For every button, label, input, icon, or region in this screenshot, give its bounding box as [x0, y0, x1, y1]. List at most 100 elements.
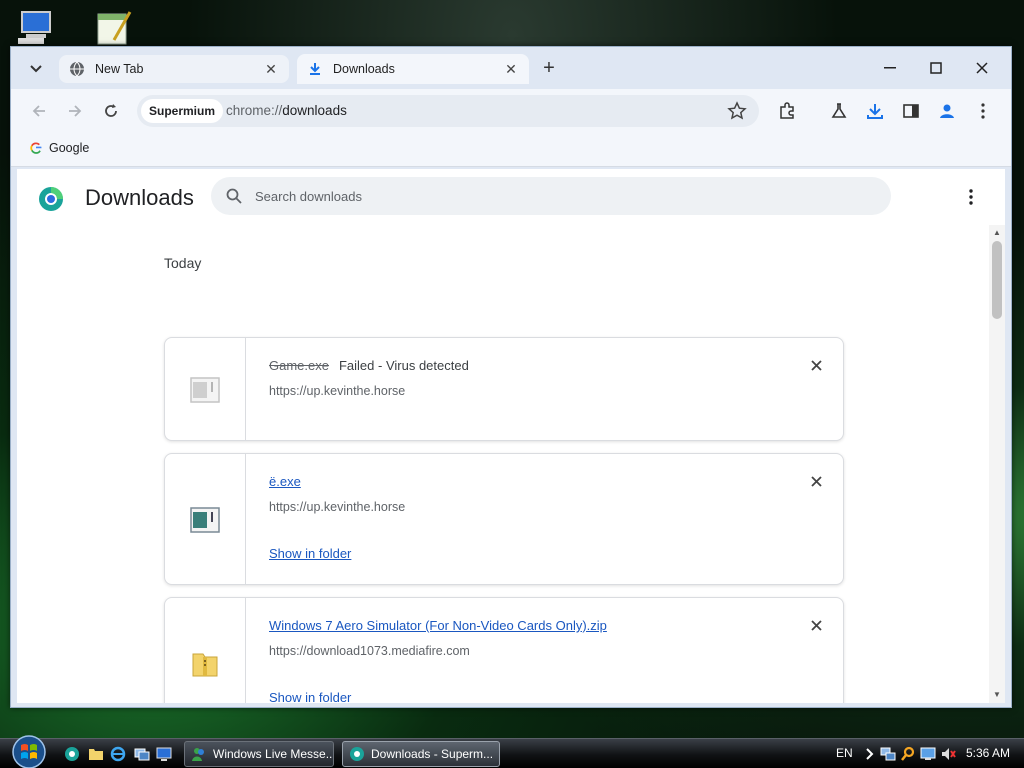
scroll-down-icon[interactable]: ▼ [992, 690, 1002, 700]
taskbar: Windows Live Messe... Downloads - Superm… [0, 735, 1024, 768]
show-in-folder-link[interactable]: Show in folder [269, 690, 351, 703]
downloads-menu-button[interactable] [961, 185, 981, 209]
tab-title: New Tab [95, 62, 144, 76]
messenger-icon [192, 748, 204, 761]
file-icon-column [165, 338, 246, 440]
windows-logo-icon [12, 735, 46, 768]
chevron-down-icon [30, 64, 42, 76]
close-window-button[interactable] [967, 55, 997, 81]
downloads-header: Downloads [17, 169, 1005, 225]
new-tab-button[interactable]: + [537, 57, 561, 81]
arrow-right-icon [69, 105, 82, 117]
browser-chip[interactable]: Supermium [141, 99, 224, 123]
volume-muted-icon[interactable] [940, 746, 956, 762]
tab-strip: New Tab ✕ Downloads ✕ + [11, 47, 1011, 89]
switch-windows-icon[interactable] [134, 746, 150, 762]
search-downloads[interactable] [211, 177, 891, 215]
side-panel-icon [903, 104, 919, 118]
zip-folder-icon [192, 653, 218, 677]
show-in-folder-link[interactable]: Show in folder [269, 546, 351, 561]
download-item: ë.exe https://up.kevinthe.horse Show in … [164, 453, 844, 585]
tab-title: Downloads [333, 62, 395, 76]
remove-download-button[interactable] [807, 356, 825, 374]
executable-file-icon [190, 377, 220, 403]
maximize-icon [930, 62, 942, 74]
taskbar-button-label: Downloads - Superm... [371, 747, 494, 761]
section-label-today: Today [164, 255, 202, 271]
bookmark-star-icon[interactable] [727, 101, 747, 121]
tab-new-tab[interactable]: New Tab ✕ [59, 55, 289, 83]
bookmark-label: Google [49, 141, 90, 155]
language-indicator[interactable]: EN [836, 746, 853, 760]
close-icon [810, 475, 822, 487]
search-tray-icon[interactable] [900, 746, 916, 762]
supermium-quicklaunch-icon[interactable] [64, 746, 80, 762]
bookmark-google[interactable]: Google [29, 141, 89, 155]
close-icon [810, 619, 822, 631]
bookmarks-bar: Google [11, 133, 1011, 167]
internet-explorer-icon[interactable] [110, 746, 126, 762]
scroll-up-icon[interactable]: ▲ [992, 228, 1002, 238]
flask-icon [831, 103, 847, 118]
download-icon [307, 61, 323, 77]
show-desktop-icon[interactable] [156, 746, 172, 762]
folder-quicklaunch-icon[interactable] [88, 746, 104, 762]
forward-button[interactable] [63, 99, 87, 123]
labs-button[interactable] [827, 99, 851, 123]
file-icon-column [165, 598, 246, 703]
download-name-line: ë.exe [269, 474, 301, 489]
remove-download-button[interactable] [807, 616, 825, 634]
address-bar[interactable]: Supermium chrome://downloads [137, 95, 759, 127]
taskbar-button-label: Windows Live Messe... [213, 747, 334, 761]
url-text[interactable]: chrome://downloads [226, 103, 347, 118]
tab-downloads[interactable]: Downloads ✕ [297, 54, 529, 84]
kebab-menu-icon [969, 189, 973, 205]
download-filename-link[interactable]: Windows 7 Aero Simulator (For Non-Video … [269, 618, 607, 633]
download-item: Game.exe Failed - Virus detected https://… [164, 337, 844, 441]
start-button[interactable] [10, 733, 48, 768]
notepad-desktop-icon[interactable] [94, 10, 134, 46]
browser-menu-button[interactable] [971, 99, 995, 123]
supermium-logo-icon [37, 185, 65, 213]
search-input[interactable] [255, 186, 855, 206]
maximize-button[interactable] [921, 55, 951, 81]
download-filename-link[interactable]: ë.exe [269, 474, 301, 489]
close-icon [810, 359, 822, 371]
downloads-button[interactable] [863, 99, 887, 123]
close-tab-icon[interactable]: ✕ [263, 61, 279, 77]
tray-expand-icon[interactable] [862, 746, 878, 762]
search-icon [225, 187, 243, 205]
url-host: downloads [282, 103, 347, 118]
computer-desktop-icon[interactable] [16, 10, 56, 46]
clock[interactable]: 5:36 AM [966, 746, 1010, 760]
taskbar-button-downloads[interactable]: Downloads - Superm... [342, 741, 500, 767]
page-scrollbar[interactable]: ▲ ▼ [989, 225, 1005, 703]
toolbar: Supermium chrome://downloads [11, 89, 1011, 133]
profile-button[interactable] [935, 99, 959, 123]
page-title: Downloads [85, 185, 194, 210]
download-source-url: https://up.kevinthe.horse [269, 384, 406, 398]
tab-search-button[interactable] [25, 59, 47, 81]
network-tray-icon[interactable] [880, 746, 896, 762]
extensions-button[interactable] [775, 99, 799, 123]
remove-download-button[interactable] [807, 472, 825, 490]
person-icon [940, 104, 954, 118]
close-tab-icon[interactable]: ✕ [503, 61, 519, 77]
download-name-line: Windows 7 Aero Simulator (For Non-Video … [269, 618, 607, 633]
supermium-icon [350, 747, 364, 761]
monitor-tray-icon[interactable] [920, 746, 936, 762]
minimize-button[interactable] [875, 55, 905, 81]
download-item: Windows 7 Aero Simulator (For Non-Video … [164, 597, 844, 703]
google-icon [30, 142, 42, 154]
minimize-icon [884, 67, 896, 69]
back-button[interactable] [27, 99, 51, 123]
taskbar-button-messenger[interactable]: Windows Live Messe... [184, 741, 334, 767]
arrow-left-icon [32, 105, 45, 117]
browser-window: New Tab ✕ Downloads ✕ + Supermium chrome… [10, 46, 1012, 708]
scrollbar-thumb[interactable] [992, 241, 1002, 319]
download-name-line: Game.exe Failed - Virus detected [269, 358, 469, 373]
side-panel-button[interactable] [899, 99, 923, 123]
reload-button[interactable] [99, 99, 123, 123]
download-source-url: https://download1073.mediafire.com [269, 644, 470, 658]
downloads-page: Downloads Today Game.e [17, 169, 1005, 703]
